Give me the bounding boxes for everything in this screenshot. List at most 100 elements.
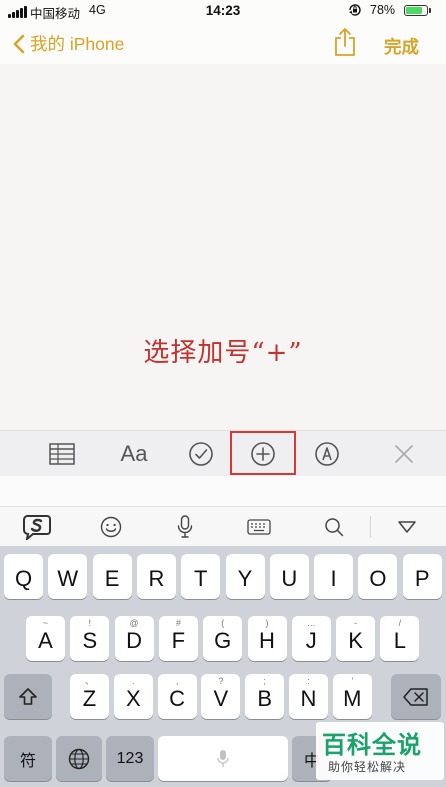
key-c[interactable]: ,C [157, 674, 197, 719]
back-label: 我的 iPhone [30, 34, 125, 54]
key-n[interactable]: :N [289, 674, 328, 719]
key-hint: , [175, 676, 179, 686]
key-hint: @ [129, 618, 139, 628]
close-icon [395, 445, 413, 463]
key-label: E [104, 566, 120, 591]
chevron-down-icon [398, 521, 416, 533]
key-r[interactable]: R [136, 554, 176, 599]
space-key[interactable] [158, 736, 288, 781]
add-attachment-button[interactable] [243, 431, 283, 477]
tutorial-annotation: 选择加号“+” [143, 338, 303, 368]
search-button[interactable] [320, 507, 348, 547]
key-label: X [125, 686, 141, 711]
key-label: O [369, 566, 387, 591]
key-label: J [305, 628, 317, 653]
key-l[interactable]: / L [380, 616, 420, 661]
table-button[interactable] [42, 431, 82, 477]
key-hint: : [307, 676, 310, 686]
key-p[interactable]: P [402, 554, 442, 599]
hide-keyboard-button[interactable] [392, 507, 422, 547]
symbol-key[interactable]: 符 [4, 736, 52, 781]
key-z[interactable]: 、 Z [70, 674, 109, 719]
key-label: R [148, 566, 165, 591]
share-icon[interactable] [333, 27, 357, 57]
watermark-title: 百科全说 [322, 732, 422, 759]
key-h[interactable]: ) H [247, 616, 287, 661]
key-label: U [281, 566, 298, 591]
microphone-icon [217, 749, 229, 767]
key-label: I [330, 566, 337, 591]
signal-icon [8, 6, 27, 18]
shift-key[interactable] [4, 674, 52, 719]
key-i[interactable]: I [314, 554, 354, 599]
key-e[interactable]: E [92, 554, 132, 599]
search-icon [325, 518, 344, 537]
checklist-button[interactable] [183, 431, 219, 477]
key-d[interactable]: @ D [114, 616, 154, 661]
key-label: B [257, 686, 273, 711]
close-toolbar-button[interactable] [386, 431, 422, 477]
checkmark-circle-icon [189, 442, 213, 466]
sogou-logo-button[interactable] [20, 507, 54, 547]
chevron-left-icon [13, 34, 25, 53]
voice-input-button[interactable] [172, 507, 198, 547]
key-y[interactable]: Y [225, 554, 265, 599]
key-k[interactable]: -K [336, 616, 376, 661]
key-g[interactable]: (G [203, 616, 243, 661]
key-label: P [414, 566, 430, 591]
keyboard-icon [247, 519, 271, 535]
battery-icon [404, 5, 428, 16]
key-v[interactable]: ? V [201, 674, 241, 719]
key-x[interactable]: .X [113, 674, 153, 719]
key-hint: - [354, 618, 358, 628]
back-button[interactable]: 我的 iPhone [12, 31, 124, 56]
key-hint: ? [218, 676, 224, 686]
key-hint: ) [265, 618, 269, 628]
table-icon [49, 443, 75, 465]
note-body[interactable] [0, 64, 446, 430]
key-label: S [82, 628, 98, 653]
key-hint: ! [88, 618, 92, 628]
key-label: V [213, 686, 229, 711]
key-t[interactable]: T [181, 554, 221, 599]
emoji-button[interactable] [96, 507, 126, 547]
key-label: W [57, 566, 79, 591]
globe-key[interactable] [56, 736, 102, 781]
key-hint: ; [263, 676, 266, 686]
nav-bar: 我的 iPhone 完成 [0, 26, 446, 64]
number-key[interactable]: 123 [106, 736, 154, 781]
battery-cap [429, 8, 431, 13]
key-q[interactable]: Q [4, 554, 43, 599]
plus-circle-icon [251, 442, 275, 466]
network-type: 4G [89, 3, 106, 17]
markup-button[interactable] [309, 431, 345, 477]
ime-divider [370, 516, 371, 538]
backspace-icon [403, 687, 428, 706]
sogou-logo-icon [23, 514, 51, 540]
key-o[interactable]: O [358, 554, 398, 599]
ime-toolbar [0, 506, 446, 546]
key-w[interactable]: W [48, 554, 88, 599]
key-s[interactable]: ! S [70, 616, 110, 661]
key-label: C [169, 686, 186, 711]
delete-key[interactable] [391, 674, 441, 719]
key-b[interactable]: ; B [245, 674, 285, 719]
key-f[interactable]: # F [158, 616, 198, 661]
microphone-icon [177, 515, 193, 538]
keyboard-switch-button[interactable] [244, 507, 274, 547]
key-hint: . [132, 676, 135, 686]
shift-arrow-icon [19, 687, 37, 705]
key-j[interactable]: … J [291, 616, 331, 661]
watermark-subtitle: 助你轻松解决 [328, 760, 407, 774]
key-label: A [38, 628, 53, 653]
key-m[interactable]: ' M [332, 674, 372, 719]
key-hint: # [175, 618, 181, 628]
key-a[interactable]: ~ A [26, 616, 65, 661]
key-u[interactable]: U [269, 554, 309, 599]
key-hint: ' [351, 676, 354, 686]
key-label: Y [237, 566, 253, 591]
key-label: H [259, 628, 275, 653]
battery-percent: 78% [370, 3, 396, 17]
format-button[interactable]: Aa [112, 431, 156, 477]
done-button[interactable]: 完成 [384, 34, 419, 59]
